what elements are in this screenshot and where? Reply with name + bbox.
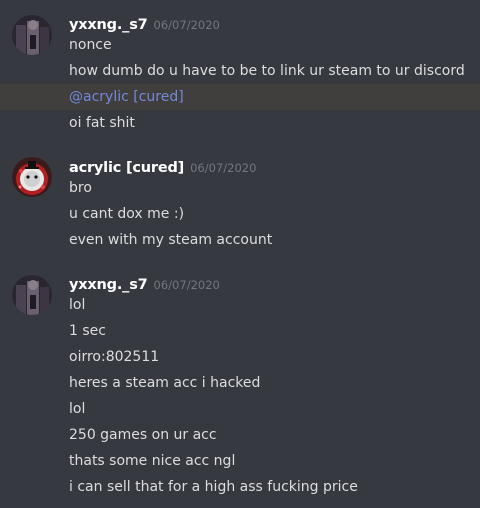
message-text: heres a steam acc i hacked	[69, 375, 261, 391]
message-line: bro	[0, 175, 480, 201]
message-line: 250 games on ur acc	[0, 422, 480, 448]
message-line: how dumb do u have to be to link ur stea…	[0, 58, 480, 84]
message-line: oirro:802511	[0, 344, 480, 370]
message-text: lol	[69, 401, 86, 417]
user-mention[interactable]: @acrylic [cured]	[69, 84, 184, 110]
message-header: yxxng._s7 06/07/2020	[69, 274, 220, 294]
message-line: i can sell that for a high ass fucking p…	[0, 474, 480, 500]
message-line: oi fat shit	[0, 110, 480, 136]
message-line: thats some nice acc ngl	[0, 448, 480, 474]
username[interactable]: acrylic [cured]	[69, 160, 184, 176]
timestamp: 06/07/2020	[153, 278, 220, 292]
message-line: lol	[0, 292, 480, 318]
message-line: lol	[0, 396, 480, 422]
message-text: oirro:802511	[69, 349, 160, 365]
message-text: thats some nice acc ngl	[69, 453, 236, 469]
timestamp: 06/07/2020	[190, 161, 257, 175]
message-text: lol	[69, 297, 86, 313]
username[interactable]: yxxng._s7	[69, 17, 148, 33]
username[interactable]: yxxng._s7	[69, 277, 148, 293]
message-text: nonce	[69, 37, 112, 53]
message-line: even with my steam account	[0, 227, 480, 253]
message-header: acrylic [cured] 06/07/2020	[69, 157, 256, 177]
message-text: how dumb do u have to be to link ur stea…	[69, 63, 465, 79]
message-header: yxxng._s7 06/07/2020	[69, 14, 220, 34]
message-text: u cant dox me :)	[69, 206, 185, 222]
chat-messages: yxxng._s7 06/07/2020 nonce how dumb do u …	[0, 0, 480, 508]
message-line-mention: @acrylic [cured]	[0, 84, 480, 110]
message-text: 250 games on ur acc	[69, 427, 217, 443]
message-line: heres a steam acc i hacked	[0, 370, 480, 396]
message-line: u cant dox me :)	[0, 201, 480, 227]
message-line: nonce	[0, 32, 480, 58]
timestamp: 06/07/2020	[153, 18, 220, 32]
message-text: bro	[69, 180, 92, 196]
message-text: even with my steam account	[69, 232, 273, 248]
message-line: 1 sec	[0, 318, 480, 344]
message-text: 1 sec	[69, 323, 106, 339]
message-text: i can sell that for a high ass fucking p…	[69, 479, 358, 495]
message-text: oi fat shit	[69, 115, 135, 131]
